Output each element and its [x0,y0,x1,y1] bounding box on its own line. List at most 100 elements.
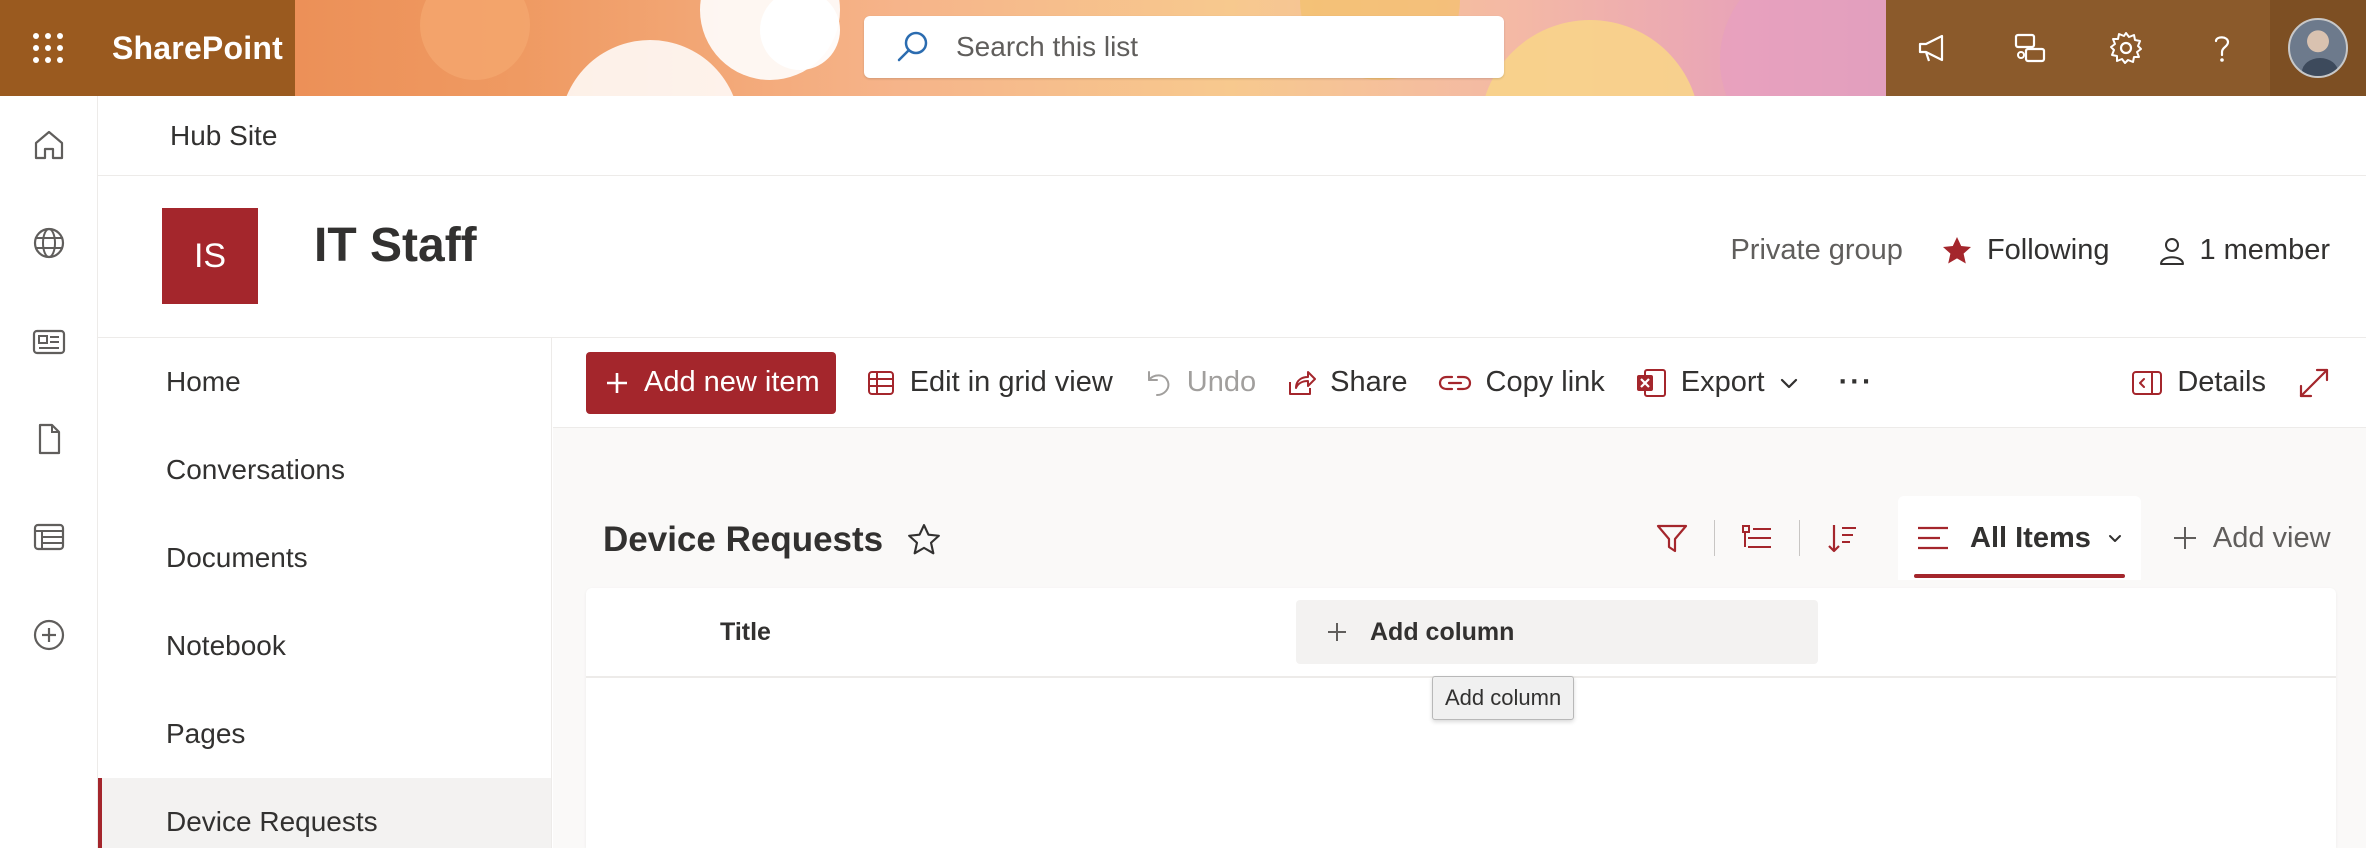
site-header: IS IT Staff Private group Following 1 me… [98,176,2366,338]
search-icon [896,30,930,64]
group-by-button[interactable] [1715,496,1799,580]
hub-site-link[interactable]: Hub Site [170,120,277,152]
edit-grid-label: Edit in grid view [909,366,1113,398]
nav-item-device-requests[interactable]: Device Requests [98,778,551,848]
copy-link-button[interactable]: Copy link [1438,366,1605,399]
view-selector[interactable]: All Items [1898,496,2141,580]
site-title[interactable]: IT Staff [314,218,477,273]
sort-icon [1828,525,1856,553]
suite-left: SharePoint [0,0,295,96]
sort-button[interactable] [1800,496,1884,580]
follow-label: Following [1986,234,2110,266]
link-icon [1438,375,1471,390]
details-button[interactable]: Details [2131,366,2266,399]
add-circle-icon [33,619,65,651]
chevron-down-icon [1780,378,1797,388]
suite-right [1886,0,2366,96]
help-icon [2214,36,2230,62]
undo-icon [1147,370,1170,396]
members-button[interactable]: 1 member [2157,234,2330,267]
undo-button[interactable]: Undo [1143,366,1256,399]
nav-item-conversations[interactable]: Conversations [98,426,551,514]
site-meta: Private group Following 1 member [1730,234,2330,267]
details-label: Details [2177,366,2266,398]
plus-icon [1328,623,1346,641]
suite-bar: SharePoint [0,0,2366,96]
chevron-down-icon [2108,535,2121,542]
excel-icon [1636,368,1666,397]
members-label: 1 member [2199,234,2330,266]
whats-new-button[interactable] [1886,0,1982,96]
view-toolbar: All Items Add view [1630,496,2331,580]
add-column-label: Add column [1370,617,1515,646]
more-commands-button[interactable]: ··· [1839,366,1874,399]
app-launcher-button[interactable] [0,0,96,96]
star-outline-icon [908,524,941,555]
plus-icon [2173,527,2196,549]
undo-label: Undo [1186,366,1257,398]
account-button[interactable] [2270,0,2366,96]
feedback-button[interactable] [1982,0,2078,96]
list-title: Device Requests [603,520,884,559]
filter-button[interactable] [1630,496,1714,580]
column-header-title[interactable]: Title [720,618,771,647]
privacy-label: Private group [1730,234,1903,266]
nav-item-home[interactable]: Home [98,338,551,426]
favorite-button[interactable] [907,523,941,557]
add-column-button[interactable]: Add column [1296,600,1818,664]
chat-icon [2014,33,2046,63]
filter-icon [1656,524,1688,553]
share-icon [1289,370,1317,395]
appbar-sites[interactable] [0,194,98,292]
grid-icon [867,370,894,395]
appbar-news[interactable] [0,292,98,390]
copy-link-label: Copy link [1485,366,1605,398]
banner-shape [420,0,530,80]
list-title-area: Device Requests [603,520,941,560]
hub-navigation: Hub Site [98,96,2366,176]
command-bar: Add new item Edit in grid view Undo Shar… [553,338,2366,428]
appbar-create[interactable] [0,586,98,684]
settings-button[interactable] [2078,0,2174,96]
edit-grid-button[interactable]: Edit in grid view [866,366,1113,399]
nav-item-notebook[interactable]: Notebook [98,602,551,690]
gear-icon [2110,32,2142,64]
news-icon [32,329,66,355]
banner-shape [1480,20,1700,96]
bulleted-list-icon [1742,525,1771,548]
plus-icon [607,372,627,393]
list-header: Title Add column [586,588,2336,678]
follow-button[interactable]: Following [1941,234,2110,267]
nav-item-documents[interactable]: Documents [98,514,551,602]
view-lines-icon [1918,526,1948,550]
help-button[interactable] [2174,0,2270,96]
appbar-home[interactable] [0,96,98,194]
add-column-tooltip: Add column [1432,676,1575,720]
nav-item-pages[interactable]: Pages [98,690,551,778]
brand-name[interactable]: SharePoint [112,30,283,67]
export-label: Export [1680,366,1765,398]
share-label: Share [1330,366,1408,398]
appbar-files[interactable] [0,390,98,488]
avatar [2288,18,2348,78]
person-icon [2160,237,2185,265]
export-button[interactable]: Export [1635,366,1799,399]
search-input[interactable] [956,31,1436,63]
list-canvas: Device Requests All Items Add view Title [553,428,2366,848]
app-bar [0,96,98,848]
add-view-label: Add view [2212,521,2331,554]
appbar-lists[interactable] [0,488,98,586]
search-box[interactable] [864,16,1504,78]
site-logo[interactable]: IS [162,208,258,304]
add-new-item-button[interactable]: Add new item [586,351,836,414]
left-navigation: Home Conversations Documents Notebook Pa… [98,338,552,848]
home-icon [34,130,64,160]
view-name: All Items [1970,521,2091,554]
banner-cloud [760,0,840,70]
details-pane-icon [2132,370,2163,395]
megaphone-icon [1918,34,1944,62]
add-view-button[interactable]: Add view [2171,522,2331,555]
document-icon [38,423,61,455]
expand-button[interactable] [2298,367,2344,399]
share-button[interactable]: Share [1286,366,1408,399]
